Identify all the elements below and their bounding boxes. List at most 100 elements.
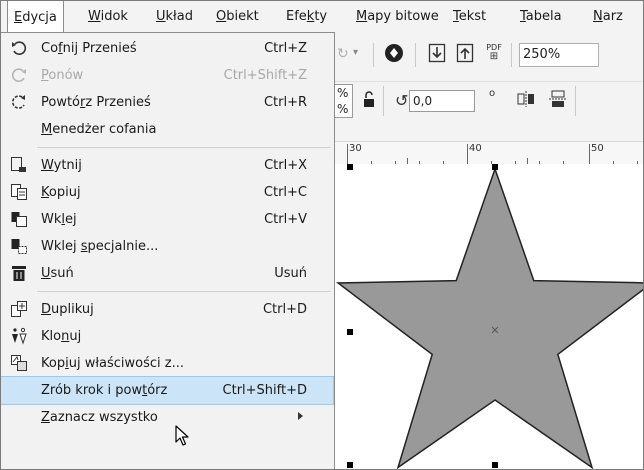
menu-widok[interactable]: Widok	[88, 1, 128, 32]
rotation-icon: ↺	[395, 91, 409, 110]
menu-item-label: Kopiuj właściwości z...	[41, 356, 184, 371]
menu-item-wklej-specjalnie[interactable]: Wklej specjalnie...	[1, 233, 333, 260]
menu-item-shortcut: Usuń	[274, 266, 307, 281]
submenu-arrow-icon	[298, 412, 303, 420]
menu-układ[interactable]: Układ	[156, 1, 193, 32]
mirror-horizontal-icon[interactable]	[515, 90, 537, 112]
rotation-angle-value: 0,0	[413, 94, 433, 108]
star-shape[interactable]	[335, 164, 644, 470]
scale-field[interactable]: % %	[333, 84, 353, 118]
paste-icon	[10, 210, 28, 228]
zoom-level-field[interactable]: 250%	[519, 43, 599, 67]
repeat-icon	[10, 93, 28, 111]
menu-item-duplikuj[interactable]: Duplikuj Ctrl+D	[1, 296, 333, 323]
menu-separator	[37, 291, 331, 292]
menu-tekst[interactable]: Tekst	[453, 1, 486, 32]
app-window: Edycja Widok Układ Obiekt Efekty Mapy bitowe T…	[0, 0, 644, 470]
selection-handle-top-center[interactable]	[492, 164, 498, 170]
menu-item-label: Klonuj	[41, 329, 82, 344]
chevron-down-icon[interactable]: ▾	[353, 47, 358, 58]
menu-item-wytnij[interactable]: Wytnij Ctrl+X	[1, 152, 333, 179]
ruler-tick	[589, 144, 590, 164]
menu-item-shortcut: Ctrl+V	[264, 212, 307, 227]
menu-item-label: Duplikuj	[41, 302, 94, 317]
toolbar-separator	[373, 43, 374, 67]
menu-item-label: Cofnij Przenieś	[41, 41, 137, 56]
scale-percent-bottom: %	[337, 102, 349, 116]
zoom-level-value: 250%	[523, 47, 561, 62]
rotation-angle-field[interactable]: 0,0	[409, 90, 475, 112]
menu-item-label: Kopiuj	[41, 185, 81, 200]
menu-item-shortcut: Ctrl+C	[263, 185, 307, 200]
menu-item-cofnij-przenieś[interactable]: Cofnij Przenieś Ctrl+Z	[1, 35, 333, 62]
menu-item-kopiuj-właściwości-z[interactable]: Kopiuj właściwości z...	[1, 350, 333, 377]
paste-special-icon	[10, 237, 28, 255]
menu-item-label: Zaznacz wszystko	[41, 410, 158, 425]
horizontal-ruler[interactable]: 30 40 50	[335, 141, 643, 165]
menu-edycja[interactable]: Edycja	[7, 1, 64, 32]
selection-handle-middle-left[interactable]	[347, 329, 353, 335]
drawing-canvas[interactable]	[335, 164, 644, 470]
menu-item-label: Wklej	[41, 212, 77, 227]
menu-item-label: Menedżer cofania	[41, 122, 157, 137]
menu-item-wklej[interactable]: Wklej Ctrl+V	[1, 206, 333, 233]
menu-item-shortcut: Ctrl+Shift+Z	[223, 68, 307, 83]
scale-percent-top: %	[337, 86, 349, 100]
menu-bar: Edycja Widok Układ Obiekt Efekty Mapy bitowe T…	[1, 1, 643, 34]
menu-item-klonuj[interactable]: Klonuj	[1, 323, 333, 350]
ruler-tick	[467, 144, 468, 164]
import-icon[interactable]	[427, 43, 447, 65]
selection-handle-bottom-left[interactable]	[347, 462, 353, 468]
menu-efekty[interactable]: Efekty	[286, 1, 327, 32]
selection-handle-top-left[interactable]	[347, 164, 353, 170]
corel-launch-icon[interactable]	[383, 43, 405, 65]
menu-item-shortcut: Ctrl+D	[262, 302, 307, 317]
menu-narz[interactable]: Narz	[593, 1, 623, 32]
menu-item-shortcut: Ctrl+Shift+D	[222, 383, 307, 398]
standard-toolbar: ↻ ▾ PDF ⊞ 250%	[335, 41, 643, 71]
copy-icon	[10, 183, 28, 201]
property-bar: ↻ ▾ PDF ⊞ 250% % % ↺ 0,0 o	[333, 33, 643, 141]
menu-item-label: Powtórz Przenieś	[41, 95, 151, 110]
selection-handle-bottom-center[interactable]	[492, 462, 498, 468]
menu-item-kopiuj[interactable]: Kopiuj Ctrl+C	[1, 179, 333, 206]
mouse-cursor-icon	[175, 425, 189, 446]
duplicate-icon	[10, 300, 28, 318]
ruler-label: 50	[591, 143, 604, 154]
toolbar-separator	[575, 86, 576, 116]
edit-menu-dropdown: Cofnij Przenieś Ctrl+Z Ponów Ctrl+Shift+Z Po…	[1, 32, 335, 469]
redo-icon	[10, 66, 28, 84]
ruler-tick	[347, 144, 348, 164]
menu-item-label: Wklej specjalnie...	[41, 239, 159, 254]
menu-item-ponów[interactable]: Ponów Ctrl+Shift+Z	[1, 62, 333, 89]
menu-item-shortcut: Ctrl+Z	[264, 41, 307, 56]
menu-item-shortcut: Ctrl+R	[263, 95, 307, 110]
ruler-label: 40	[469, 143, 482, 154]
cut-icon	[10, 156, 28, 174]
publish-pdf-icon[interactable]: PDF ⊞	[483, 43, 505, 65]
menu-item-zaznacz-wszystko[interactable]: Zaznacz wszystko	[1, 404, 333, 431]
menu-separator	[37, 147, 331, 148]
property-toolbar: % % ↺ 0,0 o	[333, 81, 643, 122]
menu-tabela[interactable]: Tabela	[520, 1, 562, 32]
menu-obiekt[interactable]: Obiekt	[216, 1, 259, 32]
clone-icon	[10, 327, 28, 345]
menu-item-label: Wytnij	[41, 158, 82, 173]
menu-item-powtórz-przenieś[interactable]: Powtórz Przenieś Ctrl+R	[1, 89, 333, 116]
undo-icon	[10, 39, 28, 57]
degree-label: o	[489, 88, 496, 99]
menu-item-zrób-krok-i-powtórz[interactable]: Zrób krok i powtórz Ctrl+Shift+D	[1, 376, 334, 405]
ruler-label: 30	[349, 143, 362, 154]
menu-mapy-bitowe[interactable]: Mapy bitowe	[356, 1, 439, 32]
menu-item-label: Zrób krok i powtórz	[41, 383, 168, 398]
mirror-vertical-icon[interactable]	[547, 90, 569, 112]
trash-icon	[10, 264, 28, 282]
menu-item-menedżer-cofania[interactable]: Menedżer cofania	[1, 116, 333, 143]
redo-arrow-icon[interactable]: ↻	[337, 46, 349, 62]
menu-item-label: Usuń	[41, 266, 74, 281]
menu-item-label: Ponów	[41, 68, 84, 83]
menu-item-usuń[interactable]: Usuń Usuń	[1, 260, 333, 287]
lock-ratio-icon[interactable]	[361, 91, 377, 111]
toolbar-separator	[511, 43, 512, 67]
export-icon[interactable]	[455, 43, 475, 65]
